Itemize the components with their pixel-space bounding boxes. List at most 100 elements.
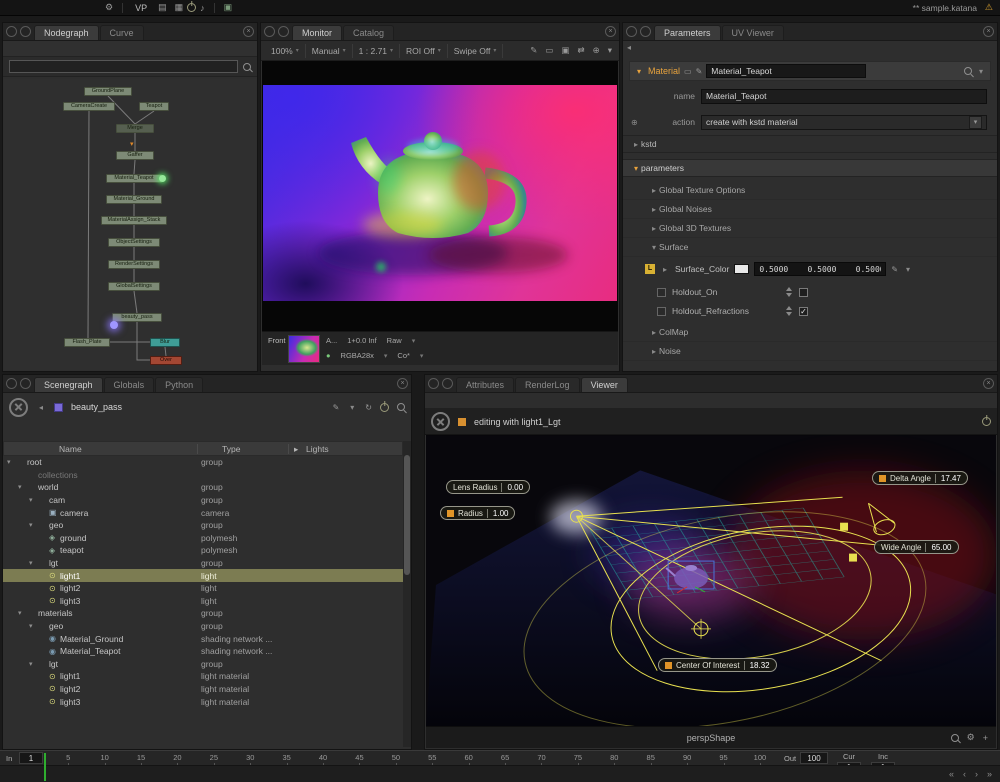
holdout-refractions-checkbox[interactable]: ✓ [799, 307, 808, 316]
panel-tab[interactable]: Monitor [292, 25, 342, 40]
nodegraph-node[interactable]: Material_Teapot [106, 174, 162, 183]
expand-icon[interactable]: ▸ [649, 186, 659, 195]
node-search-input[interactable] [9, 60, 238, 73]
pane-split-icon[interactable] [20, 378, 31, 389]
front-buffer-info-row1[interactable]: A...1+0.0 InfRaw▾ [326, 336, 415, 345]
playhead[interactable] [44, 753, 46, 781]
node-name-display[interactable] [706, 64, 866, 78]
nodegraph-node[interactable]: RenderSettings [108, 260, 160, 269]
manipulator-value-label[interactable]: Center Of Interest 18.32 [658, 658, 777, 672]
more-icon[interactable]: ▾ [605, 45, 615, 56]
manipulator-value-label[interactable]: Wide Angle 65.00 [874, 540, 959, 554]
render-icon[interactable]: ▣ [220, 2, 237, 13]
nodegraph-node[interactable]: ObjectSettings [108, 238, 160, 247]
pane-split-icon[interactable] [640, 26, 651, 37]
front-buffer-info-row2[interactable]: ●RGBA28x▾Co*▾ [326, 351, 423, 360]
scrollbar-thumb[interactable] [404, 455, 410, 575]
toolbar-dropdown[interactable]: 100% [265, 44, 306, 58]
nodegraph-node[interactable]: Gaffer [116, 151, 154, 160]
nodegraph-node[interactable]: GlobalSettings [108, 282, 160, 291]
pane-menu-icon[interactable] [428, 378, 439, 389]
in-frame-input[interactable] [19, 752, 43, 764]
expand-icon[interactable]: ▸ [649, 347, 659, 356]
toolbar-dropdown[interactable]: ROI Off [400, 44, 448, 58]
scenegraph-row[interactable]: light1 light material [3, 670, 403, 683]
material-node-header[interactable]: ▾ Material ▭ ✎ ▾ [629, 61, 991, 81]
edit-mode-arrow-icon[interactable]: ▾ [347, 403, 357, 412]
live-update-icon[interactable] [982, 417, 991, 426]
panel-tab[interactable]: Scenegraph [34, 377, 103, 392]
jump-end-icon[interactable]: » [987, 769, 992, 779]
out-frame-input[interactable] [800, 752, 828, 764]
expander-icon[interactable]: ▾ [29, 521, 38, 529]
value-menu-icon[interactable]: ▾ [903, 265, 913, 274]
expand-icon[interactable]: ▸ [649, 328, 659, 337]
local-value-badge[interactable]: L [645, 264, 655, 274]
expander-icon[interactable]: ▾ [7, 458, 16, 466]
dropdown-arrow-icon[interactable]: ▾ [969, 116, 982, 129]
pane-menu-icon[interactable] [626, 26, 637, 37]
viewer-3d-viewport[interactable]: Lens Radius 0.00 Radius 1.00 Delta Angle… [426, 435, 996, 727]
note-icon[interactable]: ▭ [542, 45, 556, 56]
scenegraph-row[interactable]: ▾ lgt group [3, 557, 403, 570]
nodegraph-node[interactable]: CameraCreate [63, 102, 115, 111]
lights-column-header[interactable]: Lights [306, 444, 329, 454]
nodegraph-node[interactable]: Material_Ground [106, 195, 162, 204]
display-icon[interactable]: ▦ [171, 2, 188, 13]
header-menu-icon[interactable]: ▾ [976, 67, 986, 76]
nodegraph-node[interactable]: Blur [150, 338, 180, 347]
close-icon[interactable]: × [397, 378, 408, 389]
nodegraph-node[interactable]: Merge [116, 124, 154, 133]
scenegraph-row[interactable]: camera camera [3, 506, 403, 519]
rendered-image[interactable] [263, 85, 617, 301]
node-link-icon[interactable]: ▭ [684, 67, 692, 76]
power-icon[interactable] [380, 403, 389, 412]
value-stepper[interactable] [786, 287, 793, 297]
add-icon[interactable]: + [983, 733, 988, 743]
noise-group-row[interactable]: ▸ Noise [623, 342, 997, 361]
expand-icon[interactable]: ▸ [631, 140, 641, 149]
collapse-icon[interactable]: ▾ [649, 243, 659, 252]
history-back-icon[interactable]: ◂ [36, 403, 46, 412]
scenegraph-row[interactable]: ground polymesh [3, 532, 403, 545]
panel-tab[interactable]: Viewer [581, 377, 628, 392]
panel-tab[interactable]: Globals [104, 377, 155, 392]
search-icon[interactable] [397, 403, 405, 411]
scenegraph-row[interactable]: collections [3, 469, 403, 482]
expand-icon[interactable]: ▸ [649, 224, 659, 233]
toolbar-dropdown[interactable]: Swipe Off [448, 44, 504, 58]
panel-tab[interactable]: Parameters [654, 25, 721, 40]
timeline-track[interactable] [0, 765, 1000, 782]
crosshair-icon[interactable]: ⊕ [590, 45, 603, 56]
expand-icon[interactable]: ▸ [660, 265, 670, 274]
surface-color-values[interactable] [754, 262, 886, 276]
panel-tab[interactable]: RenderLog [515, 377, 580, 392]
history-back-icon[interactable]: ◂ [627, 43, 631, 52]
expander-icon[interactable]: ▾ [29, 496, 38, 504]
scenegraph-row[interactable]: light1 light [3, 569, 403, 582]
monitor-viewport[interactable] [262, 61, 618, 331]
front-buffer-thumbnail[interactable] [288, 335, 320, 363]
expression-pencil-icon[interactable]: ✎ [891, 265, 898, 274]
color-swatch[interactable] [734, 264, 749, 274]
pane-split-icon[interactable] [20, 26, 31, 37]
expander-icon[interactable]: ▾ [29, 622, 38, 630]
frame-ruler[interactable]: 5101520253035404550556065707580859095100 [50, 752, 778, 764]
name-column-header[interactable]: Name [59, 444, 82, 454]
panel-tab[interactable]: UV Viewer [722, 25, 784, 40]
toolbar-dropdown[interactable]: 1 : 2.71 [353, 44, 400, 58]
clear-scenegraph-icon[interactable] [9, 398, 28, 417]
collapse-icon[interactable]: ▾ [631, 164, 641, 173]
pane-menu-icon[interactable] [264, 26, 275, 37]
parameter-group-row[interactable]: ▸ Global Texture Options [623, 181, 997, 200]
panel-tab[interactable]: Attributes [456, 377, 514, 392]
stop-editing-icon[interactable] [431, 412, 450, 431]
panel-tab[interactable]: Nodegraph [34, 25, 99, 40]
expander-icon[interactable]: ▾ [18, 609, 27, 617]
scenegraph-row[interactable]: light3 light [3, 595, 403, 608]
scenegraph-scrollbar[interactable] [403, 441, 411, 747]
refresh-icon[interactable]: ↻ [365, 403, 372, 412]
manipulator-value-label[interactable]: Lens Radius 0.00 [446, 480, 530, 494]
panel-tab[interactable]: Catalog [343, 25, 394, 40]
colmap-group-row[interactable]: ▸ ColMap [623, 323, 997, 342]
